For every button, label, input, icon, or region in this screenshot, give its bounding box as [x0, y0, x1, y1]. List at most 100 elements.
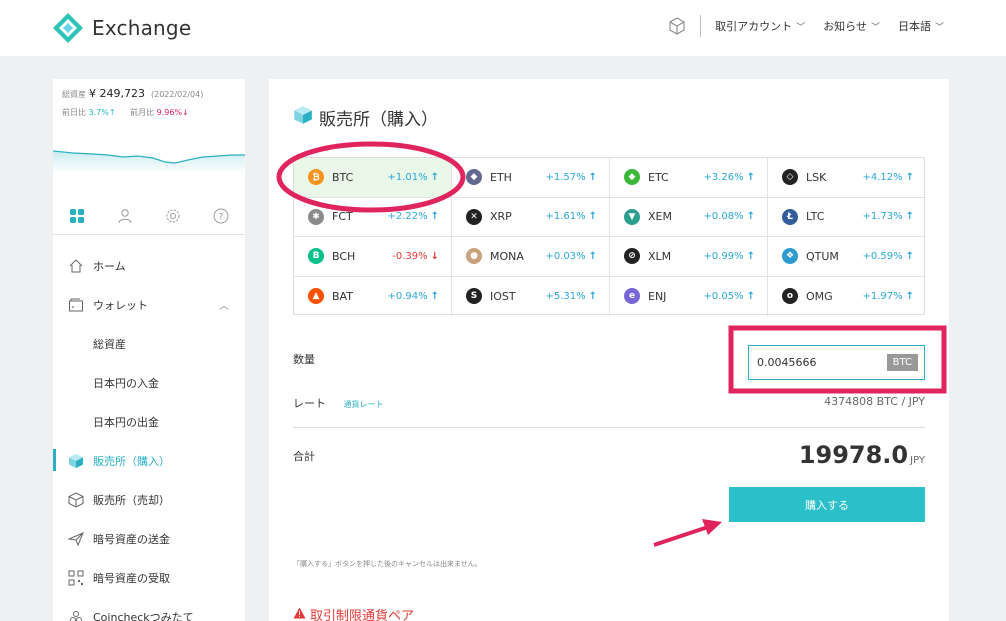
tab-help[interactable]: ? [197, 197, 245, 234]
coin-change: +0.05% ↑ [703, 291, 755, 302]
coin-symbol: XLM [648, 249, 672, 263]
chevron-down-icon: ﹀ [870, 22, 880, 33]
coin-change-value: -0.39% [392, 250, 428, 262]
coin-change: +1.73% ↑ [862, 211, 914, 222]
coin-symbol: ETH [490, 170, 512, 184]
restricted-pairs-title: 取引制限通貨ペア [310, 609, 415, 621]
arrow-up-icon: ↑ [588, 171, 597, 183]
coin-option-bch[interactable]: B BCH -0.39% ↓ [294, 237, 452, 277]
cube-outline-icon [67, 491, 85, 509]
arrow-up-icon: ↑ [905, 250, 914, 262]
arrow-up-icon: ↑ [746, 211, 755, 223]
nav-trading-account[interactable]: 取引アカウント ﹀ [715, 18, 805, 34]
lsk-coin-icon: ◇ [782, 169, 798, 186]
arrow-up-icon: ↑ [905, 211, 914, 223]
coin-option-xem[interactable]: ▼ XEM +0.08% ↑ [610, 197, 768, 237]
arrow-up-icon: ↑ [746, 250, 755, 262]
tab-account[interactable] [101, 197, 149, 234]
tab-settings[interactable] [149, 197, 197, 234]
rate-link[interactable]: 通貨レート [344, 400, 384, 409]
nav-language[interactable]: 日本語 ﹀ [898, 18, 944, 34]
coin-option-bat[interactable]: ▲ BAT +0.94% ↑ [294, 276, 452, 316]
quantity-field[interactable]: BTC [748, 345, 925, 380]
coin-change: +1.61% ↑ [545, 211, 597, 222]
page-title-text: 販売所（購入） [319, 110, 438, 130]
top-nav: 取引アカウント ﹀ お知らせ ﹀ 日本語 ﹀ [668, 15, 944, 37]
coin-change-value: +1.61% [545, 211, 586, 223]
omg-coin-icon: o [782, 288, 798, 305]
top-header: Exchange 取引アカウント ﹀ お知らせ ﹀ 日本語 ﹀ [0, 0, 1006, 56]
sidebar-item-label: 日本円の出金 [93, 415, 159, 429]
arrow-up-icon: ↑ [430, 290, 439, 302]
nav-divider [700, 15, 702, 37]
arrow-up-icon: ↑ [430, 211, 439, 223]
nav-label: お知らせ [823, 20, 867, 33]
sidebar-item-total-assets[interactable]: 総資産 [53, 324, 245, 363]
coin-option-iost[interactable]: S IOST +5.31% ↑ [452, 276, 610, 316]
coin-change: +1.01% ↑ [387, 172, 439, 183]
nav-notifications[interactable]: お知らせ ﹀ [823, 18, 880, 34]
xem-coin-icon: ▼ [624, 208, 640, 225]
cube-icon[interactable] [668, 17, 686, 35]
arrow-up-icon: ↑ [905, 290, 914, 302]
arrow-up-icon: ↑ [905, 171, 914, 183]
coin-change: +0.99% ↑ [703, 251, 755, 262]
coin-selector-grid: ₿ BTC +1.01% ↑ ◆ ETH +1.57% ↑ ◆ ETC +3.26% ↑ ◇ LSK +4.… [293, 157, 926, 317]
coin-option-xrp[interactable]: ✕ XRP +1.61% ↑ [452, 197, 610, 237]
coin-change-value: +1.01% [387, 171, 428, 183]
coin-option-fct[interactable]: ✱ FCT +2.22% ↑ [294, 197, 452, 237]
quantity-input[interactable] [749, 356, 887, 369]
sidebar-item-sell[interactable]: 販売所（売却） [53, 480, 245, 519]
coin-option-ltc[interactable]: Ł LTC +1.73% ↑ [768, 198, 926, 237]
grid-icon [70, 208, 84, 223]
coin-option-enj[interactable]: e ENJ +0.05% ↑ [610, 276, 768, 316]
coin-change-value: +1.57% [545, 171, 586, 183]
arrow-up-icon: ↑ [588, 250, 597, 262]
chevron-down-icon: ﹀ [934, 22, 944, 33]
coin-option-mona[interactable]: ● MONA +0.03% ↑ [452, 237, 610, 277]
coin-option-lsk[interactable]: ◇ LSK +4.12% ↑ [768, 158, 926, 198]
coin-change: +0.03% ↑ [545, 251, 597, 262]
logo-icon [53, 13, 83, 43]
coin-option-omg[interactable]: o OMG +1.97% ↑ [768, 277, 926, 317]
coin-change-value: +5.31% [545, 290, 586, 302]
coin-option-eth[interactable]: ◆ ETH +1.57% ↑ [452, 158, 610, 198]
coin-change-value: +1.73% [862, 211, 903, 223]
coin-option-qtum[interactable]: ❖ QTUM +0.59% ↑ [768, 237, 926, 277]
coin-symbol: LTC [806, 210, 825, 224]
chevron-up-icon[interactable]: ︿ [219, 297, 229, 312]
coin-option-btc[interactable]: ₿ BTC +1.01% ↑ [294, 158, 452, 198]
arrow-down-icon: ↓ [430, 250, 439, 262]
cancel-note: 「購入する」ボタンを押した後のキャンセルは出来ません。 [293, 560, 482, 568]
sidebar-item-buy[interactable]: 販売所（購入） [53, 441, 245, 480]
sidebar-item-wallet[interactable]: ウォレット ︿ [53, 285, 245, 324]
fct-coin-icon: ✱ [308, 208, 324, 225]
sidebar-item-tsumitate[interactable]: Coincheckつみたて [53, 597, 245, 621]
total-unit: JPY [910, 455, 925, 466]
sidebar-item-send[interactable]: 暗号資産の送金 [53, 519, 245, 558]
coin-option-xlm[interactable]: ⊘ XLM +0.99% ↑ [610, 237, 768, 277]
sidebar-item-label: 総資産 [93, 337, 126, 351]
brand-logo[interactable]: Exchange [52, 12, 191, 44]
coin-option-etc[interactable]: ◆ ETC +3.26% ↑ [610, 158, 768, 198]
tab-dashboard[interactable] [53, 197, 101, 234]
restricted-pairs-heading: 取引制限通貨ペア [293, 605, 414, 621]
btc-coin-icon: ₿ [308, 169, 324, 186]
coin-symbol: MONA [490, 249, 524, 263]
sidebar-item-jpy-deposit[interactable]: 日本円の入金 [53, 363, 245, 402]
total-assets-line: 総資産 ¥ 249,723 (2022/02/04) [62, 87, 203, 100]
buy-button[interactable]: 購入する [729, 487, 925, 522]
divider [293, 427, 925, 428]
bat-coin-icon: ▲ [308, 288, 324, 305]
coin-change-value: +0.08% [703, 211, 744, 223]
brand-name: Exchange [92, 16, 192, 40]
sidebar-item-label: 販売所（売却） [93, 493, 170, 507]
coin-change: +0.08% ↑ [703, 211, 755, 222]
sidebar-item-home[interactable]: ホーム [53, 246, 245, 285]
sidebar-item-receive[interactable]: 暗号資産の受取 [53, 558, 245, 597]
ltc-coin-icon: Ł [782, 208, 798, 225]
sidebar-item-jpy-withdraw[interactable]: 日本円の出金 [53, 402, 245, 441]
arrow-up-icon: ↑ [746, 171, 755, 183]
day-change-value: 3.7%↑ [88, 108, 116, 117]
coin-change: -0.39% ↓ [392, 251, 439, 262]
